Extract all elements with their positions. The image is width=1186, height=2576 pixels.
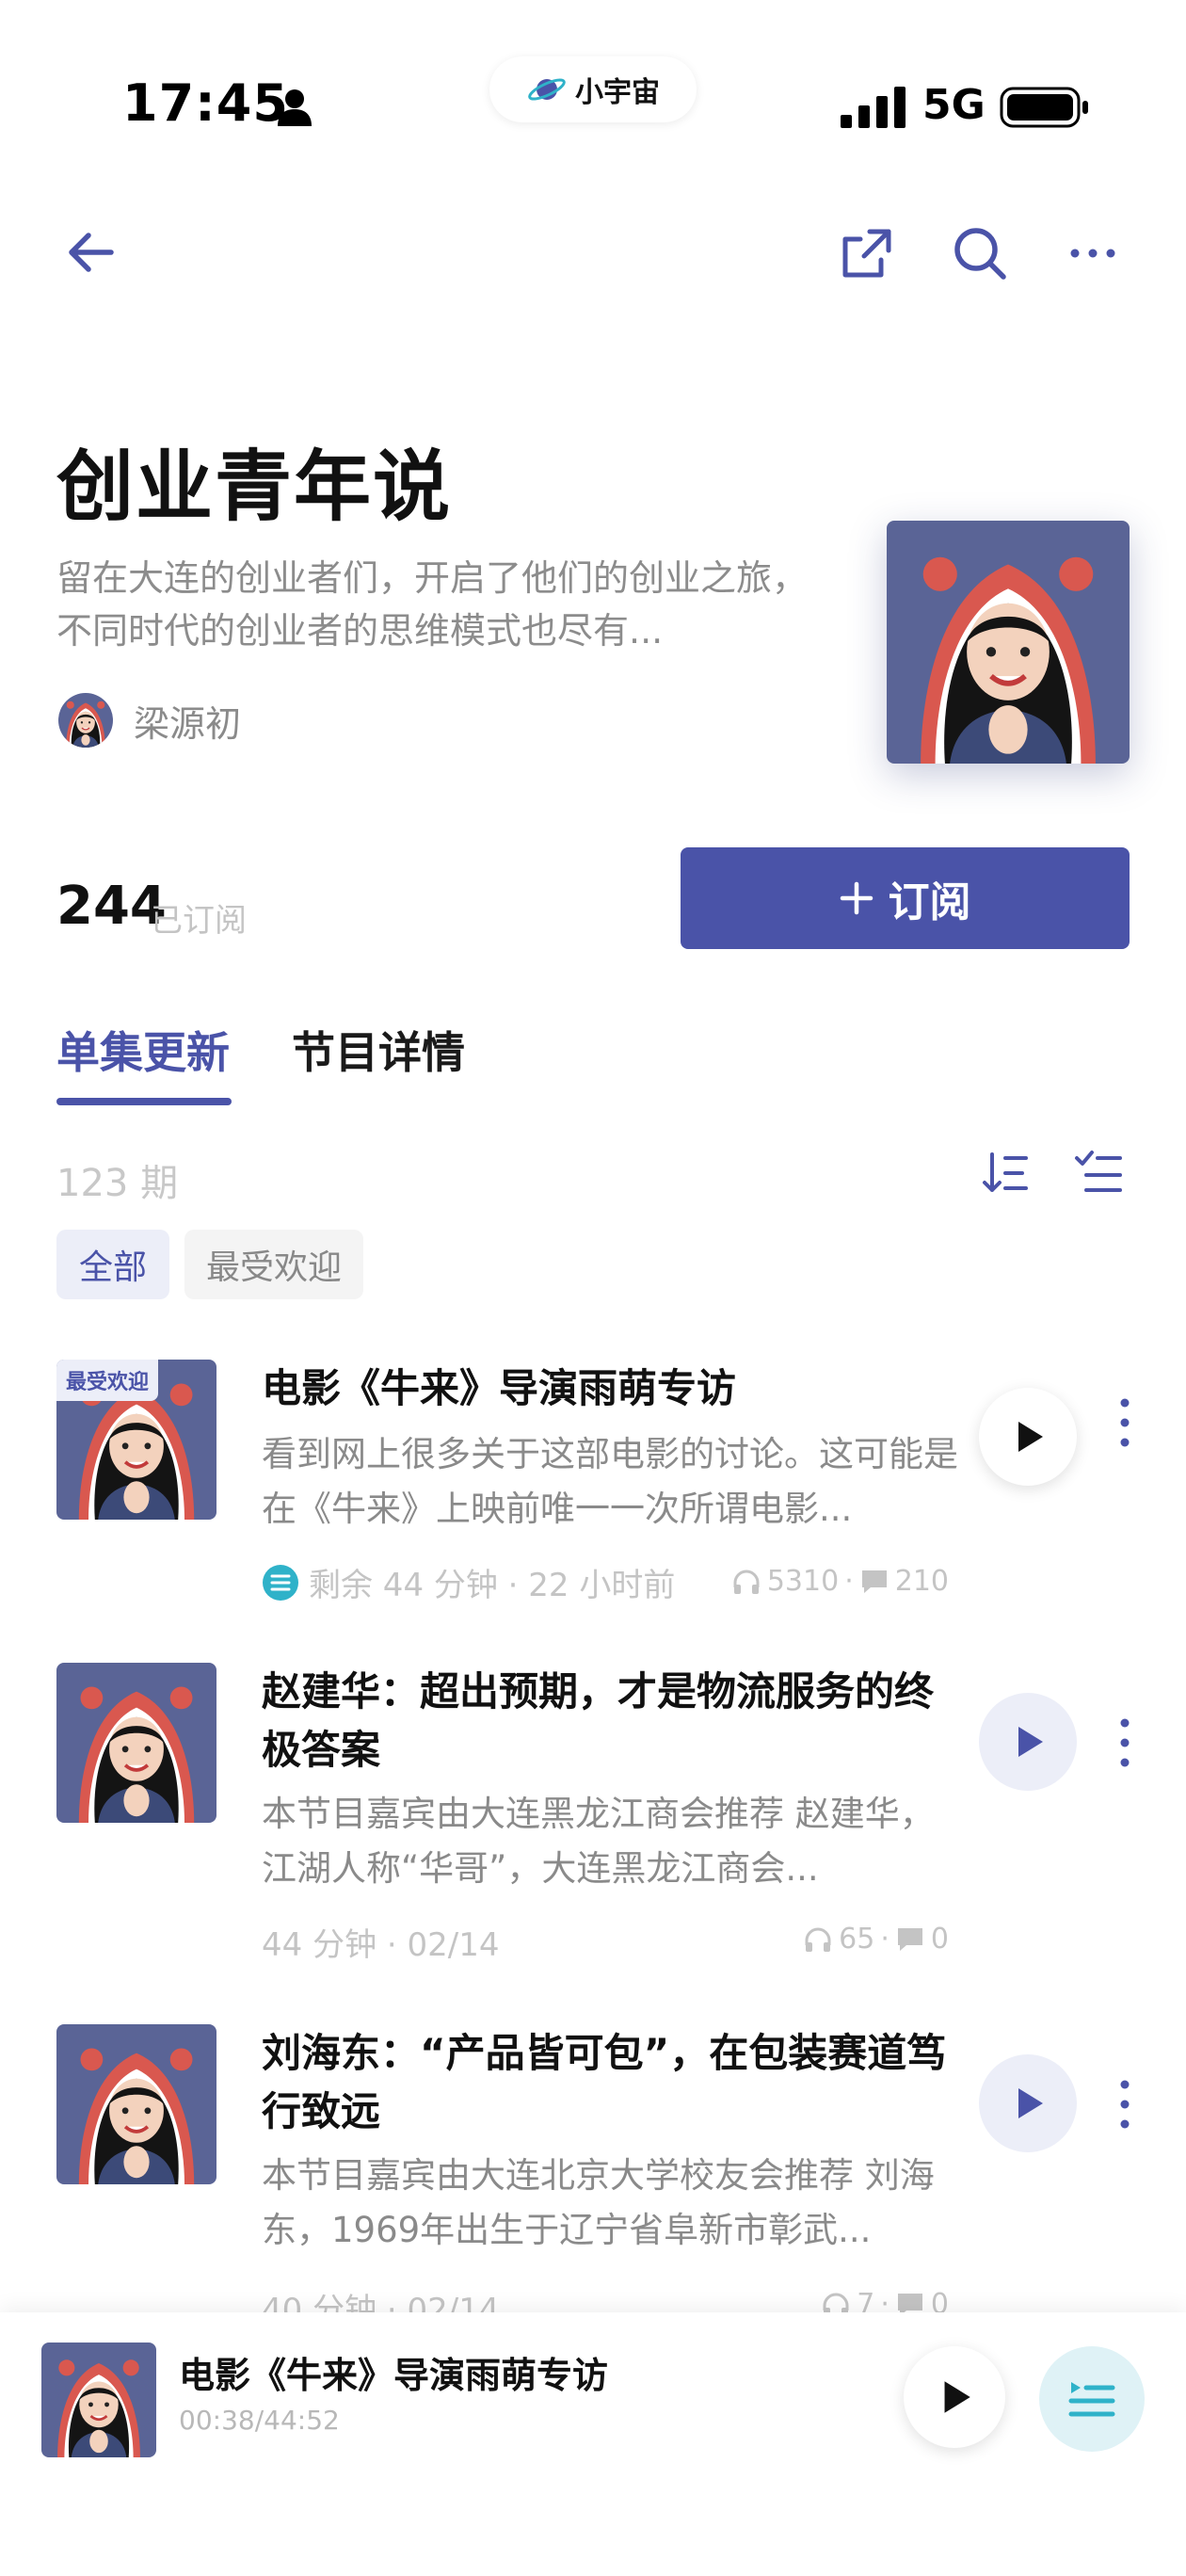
episode-meta: 40 分钟 · 02/14 — [262, 2284, 499, 2312]
playlist-button[interactable] — [1039, 2346, 1145, 2452]
mini-player[interactable]: 电影《牛来》导演雨萌专访 00:38/44:52 — [0, 2312, 1186, 2576]
author-name: 梁源初 — [134, 702, 242, 745]
episode-stats: 65 · 0 — [803, 1923, 949, 1956]
play-button[interactable] — [979, 2054, 1077, 2152]
more-vertical-icon[interactable] — [1111, 1710, 1139, 1776]
episode-item[interactable]: 最受欢迎 电影《牛来》导演雨萌专访 看到网上很多关于这部电影的讨论。这可能是在《… — [0, 1356, 1186, 1610]
search-icon[interactable] — [951, 224, 1009, 282]
play-icon — [1018, 1727, 1043, 1757]
plus-icon — [840, 881, 873, 915]
episode-thumbnail — [56, 2024, 216, 2184]
author[interactable]: 梁源初 — [58, 693, 241, 748]
comment-icon — [897, 1927, 922, 1951]
playlist-icon — [1068, 2382, 1115, 2417]
tab-indicator — [56, 1098, 232, 1105]
progress-list-icon — [263, 1564, 298, 1601]
headphones-icon — [805, 1927, 831, 1952]
more-horizontal-icon[interactable] — [1064, 224, 1122, 282]
headphones-icon — [823, 2293, 849, 2312]
episode-meta-text: 40 分钟 · 02/14 — [262, 2292, 500, 2312]
episode-description: 本节目嘉宾由大连黑龙江商会推荐 赵建华，江湖人称“华哥”，大连黑龙江商会... — [262, 1794, 935, 1889]
episode-meta-text: 剩余 44 分钟 · 22 小时前 — [309, 1567, 676, 1604]
comment-count: 0 — [930, 2288, 949, 2312]
episode-meta-text: 44 分钟 · 02/14 — [262, 1926, 500, 1964]
now-playing-time: 00:38/44:52 — [179, 2405, 340, 2436]
tab-details[interactable]: 节目详情 — [292, 1019, 465, 1081]
app-pill[interactable]: 小宇宙 — [489, 56, 697, 122]
episode-stats: 7 · 0 — [821, 2288, 949, 2312]
episode-description: 本节目嘉宾由大连北京大学校友会推荐 刘海东，1969年出生于辽宁省阜新市彰武..… — [262, 2155, 935, 2250]
now-playing-title: 电影《牛来》导演雨萌专访 — [179, 2355, 609, 2396]
episode-meta: 剩余 44 分钟 · 22 小时前 — [262, 1559, 675, 1605]
battery-icon — [1000, 87, 1088, 128]
author-avatar — [58, 693, 113, 748]
now-playing-thumbnail — [41, 2343, 156, 2457]
more-vertical-icon[interactable] — [1111, 2071, 1139, 2137]
sort-icon[interactable] — [979, 1147, 1032, 1199]
mini-play-button[interactable] — [904, 2346, 1005, 2448]
person-icon — [278, 89, 312, 126]
planet-icon — [528, 78, 566, 101]
filter-all[interactable]: 全部 — [56, 1230, 169, 1299]
episode-item[interactable]: 刘海东：“产品皆可包”，在包装赛道笃行致远 本节目嘉宾由大连北京大学校友会推荐 … — [0, 2024, 1186, 2312]
status-bar: 17:45 小宇宙 5G — [0, 0, 1186, 217]
network-label: 5G — [922, 81, 986, 129]
app-pill-label: 小宇宙 — [575, 76, 660, 109]
episode-thumbnail — [56, 1663, 216, 1823]
signal-icon — [841, 87, 906, 128]
play-icon — [944, 2381, 970, 2413]
episode-title: 电影《牛来》导演雨萌专访 — [262, 1365, 737, 1411]
comment-count: 210 — [894, 1565, 949, 1598]
episode-title: 赵建华：超出预期，才是物流服务的终极答案 — [262, 1668, 935, 1773]
comment-count: 0 — [930, 1923, 949, 1956]
play-button[interactable] — [979, 1388, 1077, 1486]
episode-item[interactable]: 赵建华：超出预期，才是物流服务的终极答案 本节目嘉宾由大连黑龙江商会推荐 赵建华… — [0, 1663, 1186, 1973]
play-icon — [1018, 2088, 1043, 2118]
episode-description: 看到网上很多关于这部电影的讨论。这可能是在《牛来》上映前唯一一次所谓电影... — [262, 1434, 958, 1529]
episode-title: 刘海东：“产品皆可包”，在包装赛道笃行致远 — [262, 2030, 947, 2134]
play-count: 7 — [857, 2288, 875, 2312]
comment-icon — [897, 2293, 922, 2312]
tab-episodes[interactable]: 单集更新 — [56, 1019, 230, 1081]
play-count: 5310 — [766, 1565, 840, 1598]
episode-meta: 44 分钟 · 02/14 — [262, 1919, 499, 1965]
episode-count: 123 期 — [56, 1162, 179, 1205]
podcast-cover — [887, 521, 1130, 764]
popular-badge: 最受欢迎 — [56, 1360, 159, 1401]
subscribe-label: 订阅 — [888, 878, 971, 926]
episode-stats: 5310 · 210 — [731, 1565, 949, 1598]
play-count: 65 — [839, 1923, 875, 1956]
back-arrow-icon[interactable] — [64, 226, 117, 279]
play-button[interactable] — [979, 1693, 1077, 1791]
subscriber-label: 已订阅 — [151, 902, 247, 940]
podcast-description[interactable]: 留在大连的创业者们，开启了他们的创业之旅，不同时代的创业者的思维模式也尽有... — [56, 552, 819, 657]
podcast-title: 创业青年说 — [56, 443, 453, 532]
subscribe-button[interactable]: 订阅 — [681, 847, 1130, 949]
share-icon[interactable] — [838, 224, 896, 282]
episode-thumbnail: 最受欢迎 — [56, 1360, 216, 1520]
checklist-icon[interactable] — [1073, 1147, 1126, 1199]
more-vertical-icon[interactable] — [1111, 1390, 1139, 1456]
comment-icon — [861, 1570, 887, 1593]
play-icon — [1018, 1422, 1043, 1452]
status-time: 17:45 — [122, 73, 289, 133]
filter-popular[interactable]: 最受欢迎 — [184, 1230, 363, 1299]
headphones-icon — [733, 1570, 760, 1594]
